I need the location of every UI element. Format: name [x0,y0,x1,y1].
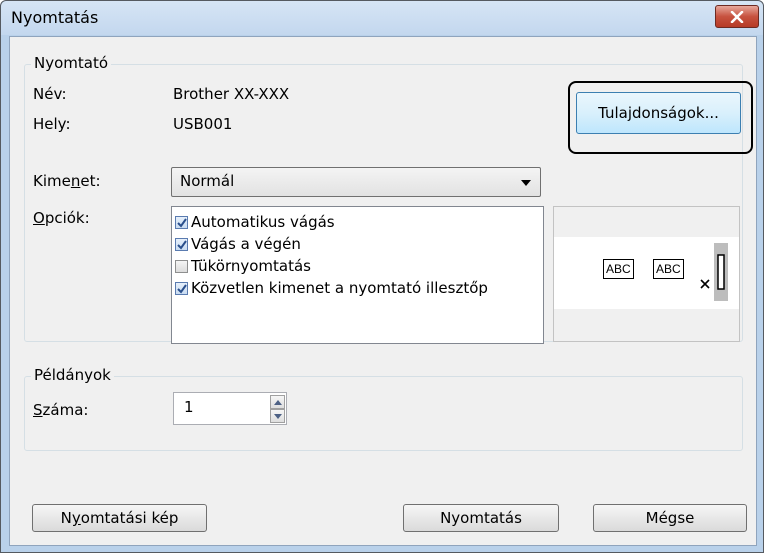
copies-label-accel: S [33,401,43,419]
printer-location-label: Hely: [33,115,71,133]
arrow-up-icon [273,399,282,405]
dialog-body: Nyomtató Név: Brother XX-XXX Hely: USB00… [9,36,757,546]
scissors-icon [700,279,710,289]
printer-name-value: Brother XX-XXX [173,85,290,103]
output-select[interactable]: Normál [171,167,541,197]
mirror-print-label: Tükörnyomtatás [191,257,311,275]
copies-decrement-button[interactable] [270,409,285,423]
options-list[interactable]: Automatikus vágás Vágás a végén Tükörnyo… [171,206,544,344]
window-title: Nyomtatás [11,8,99,27]
properties-button-label: Tulajdonságok... [598,104,719,122]
mirror-print-checkbox[interactable] [175,260,188,273]
cut-at-end-checkbox[interactable] [175,238,188,251]
tape-end-icon [714,243,728,301]
preview-abc-2: ABC [653,259,684,279]
properties-button[interactable]: Tulajdonságok... [576,92,741,134]
copies-group [24,376,743,451]
copies-group-legend: Példányok [31,366,114,384]
print-preview-accel: y [71,509,81,527]
arrow-down-icon [273,413,282,419]
copies-value: 1 [184,398,194,416]
output-select-value: Normál [180,172,235,190]
output-label: Kimenet: [33,172,101,190]
print-preview-button-label: Nyomtatási kép [61,509,179,527]
print-preview-pre: N [60,509,72,527]
print-button[interactable]: Nyomtatás [403,504,559,532]
label-preview: ABC ABC [553,206,740,342]
printer-location-value: USB001 [173,115,233,133]
output-label-pre: Kime [33,172,71,190]
printer-name-label: Név: [33,85,67,103]
printer-group-legend: Nyomtató [31,54,112,72]
auto-cut-checkbox[interactable] [175,216,188,229]
close-button[interactable] [715,5,759,28]
close-icon [730,10,744,23]
output-label-post: et: [80,172,101,190]
print-button-label: Nyomtatás [440,509,522,527]
options-label: Opciók: [33,209,90,227]
print-preview-post: omtatási kép [80,509,179,527]
direct-output-label: Közvetlen kimenet a nyomtató illesztőp [191,279,488,297]
title-bar[interactable]: Nyomtatás [1,1,763,35]
output-label-accel: n [70,172,81,190]
check-icon [177,240,187,250]
print-preview-button[interactable]: Nyomtatási kép [32,504,207,532]
copies-stepper[interactable]: 1 [173,392,287,425]
options-label-accel: O [33,209,45,227]
preview-tape: ABC ABC [554,237,739,309]
direct-output-checkbox[interactable] [175,282,188,295]
copies-increment-button[interactable] [270,395,285,409]
chevron-down-icon [521,180,531,186]
preview-abc-1: ABC [603,259,634,279]
copies-label: Száma: [33,401,88,419]
check-icon [177,284,187,294]
cancel-button-label: Mégse [645,509,695,527]
check-icon [177,218,187,228]
cancel-button[interactable]: Mégse [593,504,747,532]
options-label-post: pciók: [44,209,90,227]
copies-label-post: záma: [42,401,89,419]
auto-cut-label: Automatikus vágás [191,213,335,231]
print-dialog-window: Nyomtatás Nyomtató Név: Brother XX-XXX H… [0,0,764,553]
cut-at-end-label: Vágás a végén [191,235,301,253]
